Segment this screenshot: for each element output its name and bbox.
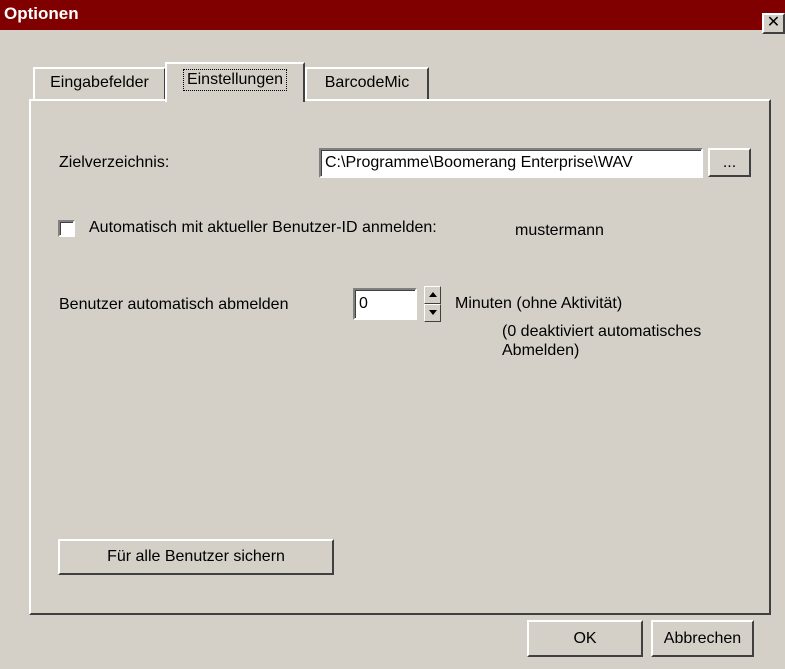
- options-dialog: Optionen ✕ Eingabefelder Einstellungen B…: [0, 0, 785, 669]
- ok-button[interactable]: OK: [527, 620, 643, 657]
- auto-logout-label: Benutzer automatisch abmelden: [59, 296, 289, 313]
- tab-label: Einstellungen: [182, 69, 288, 91]
- browse-button[interactable]: ...: [708, 148, 751, 177]
- logout-minutes-input[interactable]: [353, 288, 417, 320]
- hint-line-2: Abmelden): [502, 342, 580, 359]
- window-title: Optionen: [4, 4, 79, 23]
- save-for-all-users-button[interactable]: Für alle Benutzer sichern: [58, 539, 334, 575]
- auto-login-label: Automatisch mit aktueller Benutzer-ID an…: [89, 219, 437, 236]
- user-id-value: mustermann: [515, 222, 604, 239]
- target-dir-label: Zielverzeichnis:: [59, 154, 170, 171]
- tab-einstellungen[interactable]: Einstellungen: [165, 62, 305, 102]
- arrow-up-icon: [429, 292, 437, 297]
- close-icon: ✕: [766, 14, 781, 31]
- cancel-button[interactable]: Abbrechen: [651, 620, 754, 657]
- spin-down-button[interactable]: [424, 304, 441, 322]
- hint-line-1: (0 deaktiviert automatisches: [502, 323, 702, 340]
- spin-up-button[interactable]: [424, 286, 441, 304]
- tab-label: Eingabefelder: [50, 74, 149, 91]
- tab-barcodemic[interactable]: BarcodeMic: [305, 67, 429, 100]
- target-dir-input[interactable]: [319, 148, 703, 178]
- auto-login-checkbox[interactable]: [58, 220, 75, 237]
- tab-eingabefelder[interactable]: Eingabefelder: [33, 67, 166, 100]
- title-bar[interactable]: Optionen ✕: [0, 0, 785, 34]
- minutes-label: Minuten (ohne Aktivität): [455, 295, 623, 312]
- settings-panel: Zielverzeichnis: ... Automatisch mit akt…: [29, 99, 771, 615]
- arrow-down-icon: [429, 310, 437, 315]
- close-button[interactable]: ✕: [762, 13, 785, 34]
- tab-label: BarcodeMic: [324, 74, 410, 91]
